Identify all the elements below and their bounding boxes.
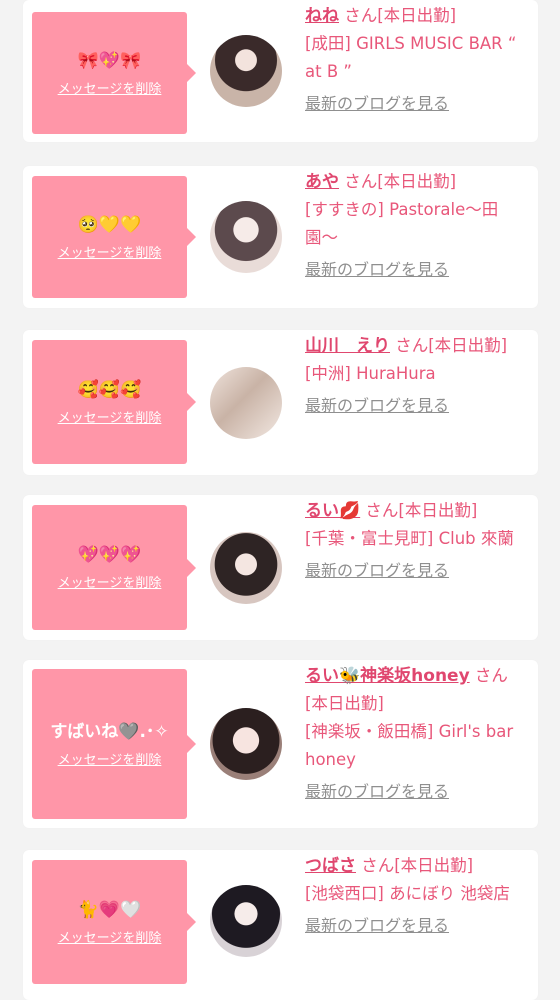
cast-name-link[interactable]: つばさ: [305, 856, 356, 876]
shop-name: [成田] GIRLS MUSIC BAR “ at B ”: [305, 34, 517, 81]
message-bubble: 🐈💗🤍 メッセージを削除: [32, 860, 196, 984]
cast-name-link[interactable]: あや: [305, 172, 339, 192]
delete-message-link[interactable]: メッセージを削除: [58, 407, 162, 426]
shop-name: [神楽坂・飯田橋] Girl's bar honey: [305, 722, 514, 769]
shop-name: [池袋西口] あにぼり 池袋店: [305, 884, 510, 903]
message-text: 💖💖💖: [77, 545, 142, 565]
delete-message-link[interactable]: メッセージを削除: [58, 572, 162, 591]
shop-name: [すすきの] Pastorale〜田園〜: [305, 200, 499, 247]
cast-name-link[interactable]: るい💋: [305, 501, 360, 521]
message-bubble: 💖💖💖 メッセージを削除: [32, 505, 196, 630]
profile-info: るい💋 さん[本日出勤] [千葉・富士見町] Club 來蘭 最新のブログを見る: [305, 497, 530, 585]
latest-blog-link[interactable]: 最新のブログを見る: [305, 557, 449, 585]
honorific: さん: [395, 336, 429, 355]
profile-info: あや さん[本日出勤] [すすきの] Pastorale〜田園〜 最新のブログを…: [305, 168, 530, 284]
work-status: [本日出勤]: [305, 694, 384, 713]
profile-info: るい🐝神楽坂honey さん [本日出勤] [神楽坂・飯田橋] Girl's ba…: [305, 662, 530, 806]
honorific: さん: [361, 856, 395, 875]
message-card: すばいね🩶.･✧ メッセージを削除 るい🐝神楽坂honey さん [本日出勤] […: [23, 660, 538, 828]
message-card: 🥰🥰🥰 メッセージを削除 山川 えり さん[本日出勤] [中洲] HuraHur…: [23, 330, 538, 475]
latest-blog-link[interactable]: 最新のブログを見る: [305, 256, 449, 284]
delete-message-link[interactable]: メッセージを削除: [58, 242, 162, 261]
avatar[interactable]: [210, 35, 282, 107]
profile-info: つばさ さん[本日出勤] [池袋西口] あにぼり 池袋店 最新のブログを見る: [305, 852, 530, 940]
work-status: [本日出勤]: [394, 856, 474, 875]
work-status: [本日出勤]: [398, 501, 478, 520]
message-bubble: 🥰🥰🥰 メッセージを削除: [32, 340, 196, 464]
delete-message-link[interactable]: メッセージを削除: [58, 927, 162, 946]
message-text: 🐈💗🤍: [77, 899, 142, 920]
work-status: [本日出勤]: [377, 172, 457, 191]
cast-name-link[interactable]: 山川 えり: [305, 336, 390, 356]
shop-name: [千葉・富士見町] Club 來蘭: [305, 529, 514, 548]
message-text: 🥰🥰🥰: [77, 379, 142, 400]
shop-name: [中洲] HuraHura: [305, 364, 436, 383]
message-card: 💖💖💖 メッセージを削除 るい💋 さん[本日出勤] [千葉・富士見町] Club…: [23, 495, 538, 640]
honorific: さん: [474, 666, 508, 685]
message-bubble: すばいね🩶.･✧ メッセージを削除: [32, 669, 196, 819]
work-status: [本日出勤]: [377, 6, 457, 25]
honorific: さん: [344, 6, 378, 25]
honorific: さん: [365, 501, 399, 520]
delete-message-link[interactable]: メッセージを削除: [58, 749, 162, 768]
message-text: 🥺💛💛: [77, 214, 142, 235]
avatar[interactable]: [210, 708, 282, 780]
cast-name-link[interactable]: るい🐝神楽坂honey: [305, 666, 470, 686]
latest-blog-link[interactable]: 最新のブログを見る: [305, 912, 449, 940]
avatar[interactable]: [210, 201, 282, 273]
work-status: [本日出勤]: [428, 336, 508, 355]
message-card: 🐈💗🤍 メッセージを削除 つばさ さん[本日出勤] [池袋西口] あにぼり 池袋…: [23, 850, 538, 1000]
message-text: 🎀💖🎀: [77, 50, 142, 71]
delete-message-link[interactable]: メッセージを削除: [58, 78, 162, 97]
message-card: 🥺💛💛 メッセージを削除 あや さん[本日出勤] [すすきの] Pastoral…: [23, 166, 538, 308]
honorific: さん: [344, 172, 378, 191]
latest-blog-link[interactable]: 最新のブログを見る: [305, 778, 449, 806]
avatar[interactable]: [210, 885, 282, 957]
cast-name-link[interactable]: ねね: [305, 6, 339, 26]
message-bubble: 🎀💖🎀 メッセージを削除: [32, 12, 196, 134]
profile-info: 山川 えり さん[本日出勤] [中洲] HuraHura 最新のブログを見る: [305, 332, 530, 420]
latest-blog-link[interactable]: 最新のブログを見る: [305, 90, 449, 118]
message-text: すばいね🩶.･✧: [50, 721, 169, 742]
message-card: 🎀💖🎀 メッセージを削除 ねね さん[本日出勤] [成田] GIRLS MUSI…: [23, 0, 538, 142]
avatar[interactable]: [210, 532, 282, 604]
avatar[interactable]: [210, 367, 282, 439]
profile-info: ねね さん[本日出勤] [成田] GIRLS MUSIC BAR “ at B …: [305, 2, 530, 118]
message-bubble: 🥺💛💛 メッセージを削除: [32, 176, 196, 298]
latest-blog-link[interactable]: 最新のブログを見る: [305, 392, 449, 420]
